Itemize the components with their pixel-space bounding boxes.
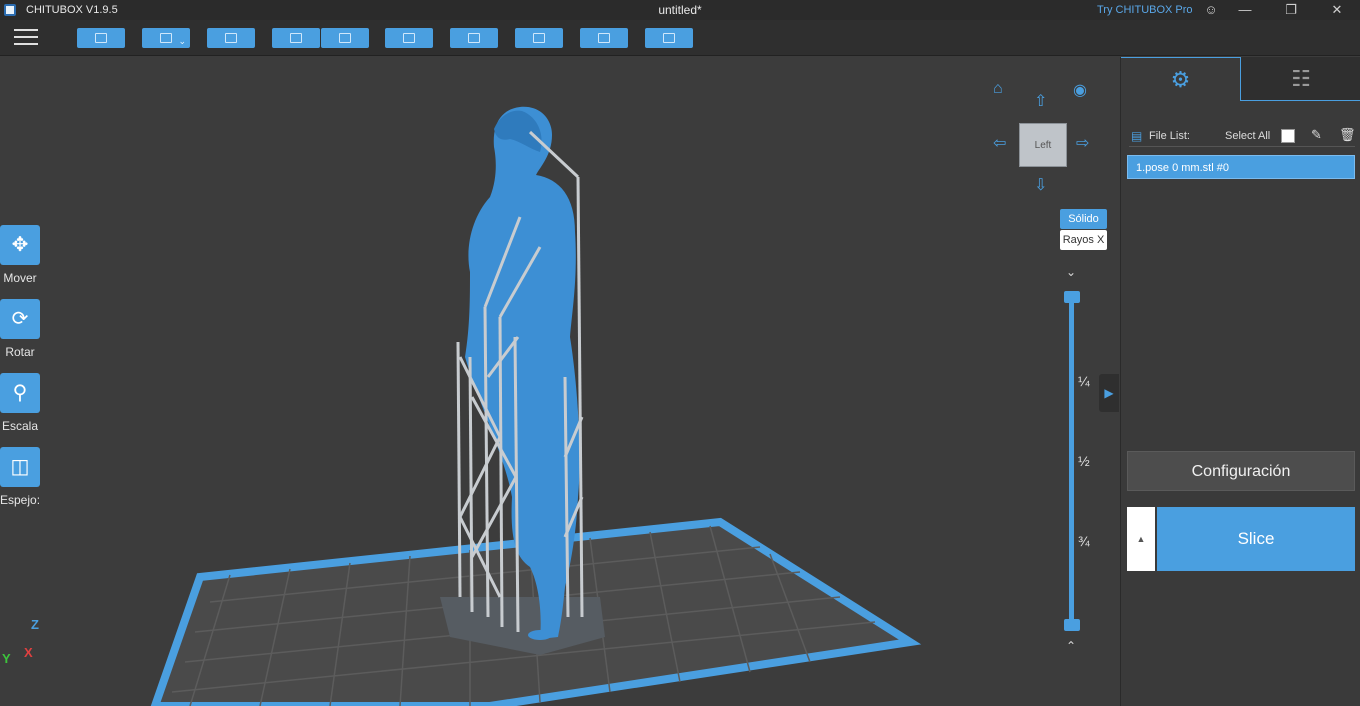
restore-icon[interactable]: ❐	[1276, 0, 1306, 20]
panel-tabs: ⚙ ☷	[1121, 57, 1360, 101]
select-all-label: Select All	[1225, 130, 1271, 142]
close-icon[interactable]: ✕	[1322, 0, 1352, 20]
slider-mark-quarter: ¼	[1078, 373, 1090, 389]
move-label: Mover	[3, 271, 37, 285]
right-view-icon[interactable]: ⇨	[1076, 136, 1089, 152]
supports-icon: ☷	[1291, 65, 1311, 91]
axis-z-label: Z	[31, 617, 39, 632]
file-list-item[interactable]: 1.pose 0 mm.stl #0	[1127, 155, 1355, 179]
left-view-icon[interactable]: ⇦	[993, 136, 1006, 152]
arrange-button[interactable]	[450, 28, 498, 48]
arrange-icon	[468, 33, 480, 43]
mirror-label: Espejo:	[0, 493, 41, 507]
redo-icon	[339, 33, 351, 43]
save-button[interactable]: ⌄	[142, 28, 190, 48]
slider-mark-three-quarters: ¾	[1078, 533, 1090, 549]
mirror-tool[interactable]: ◫ Espejo:	[0, 447, 40, 507]
redo-button[interactable]	[321, 28, 369, 48]
panel-collapse-button[interactable]: ▶	[1099, 374, 1119, 412]
hollow-icon	[598, 33, 610, 43]
hamburger-icon[interactable]	[14, 29, 38, 47]
chevron-down-icon[interactable]: ⌄	[1066, 265, 1076, 279]
chevron-up-icon[interactable]: ⌃	[1066, 639, 1076, 653]
view-cube[interactable]: Left	[1019, 123, 1067, 167]
xray-mode-button[interactable]: Rayos X	[1060, 230, 1107, 250]
file-list-header: ▤ File List: Select All ✎ 🗑	[1129, 127, 1356, 147]
file-list-label: File List:	[1149, 130, 1190, 142]
delete-icon[interactable]: 🗑	[1339, 127, 1356, 143]
print-button[interactable]	[645, 28, 693, 48]
model-foot	[528, 630, 552, 640]
right-panel: ⚙ ☷ ▤ File List: Select All ✎ 🗑 1.pose 0…	[1120, 57, 1360, 706]
home-view-icon[interactable]: ⌂	[993, 81, 1003, 97]
settings-icon: ⚙	[1170, 66, 1191, 92]
scale-icon: ⚲	[12, 382, 28, 404]
rotate-label: Rotar	[5, 345, 35, 359]
select-all-checkbox[interactable]	[1281, 129, 1295, 143]
chevron-down-icon[interactable]: ⌄	[178, 36, 186, 47]
bottom-view-icon[interactable]: ⇩	[1034, 178, 1047, 194]
scale-tool[interactable]: ⚲ Escala	[0, 373, 40, 433]
move-button[interactable]: ✥	[0, 225, 40, 265]
move-tool[interactable]: ✥ Mover	[0, 225, 40, 285]
layer-slider[interactable]	[1069, 297, 1074, 627]
slice-button[interactable]: Slice	[1157, 507, 1355, 571]
open-file-icon	[95, 33, 107, 43]
mirror-icon: ◫	[10, 456, 30, 478]
edit-icon[interactable]: ✎	[1311, 127, 1322, 143]
move-icon: ✥	[11, 234, 29, 256]
copy-button[interactable]	[385, 28, 433, 48]
scene-canvas[interactable]	[0, 57, 1120, 706]
support-button[interactable]	[515, 28, 563, 48]
configuration-button[interactable]: Configuración	[1127, 451, 1355, 491]
print-icon	[663, 33, 675, 43]
support-icon	[533, 33, 545, 43]
scale-label: Escala	[1, 419, 39, 433]
main-toolbar: ⌄	[0, 20, 1360, 56]
try-pro-link[interactable]: Try CHITUBOX Pro	[1097, 4, 1193, 16]
slider-bottom-handle[interactable]	[1064, 619, 1080, 631]
axis-y-label: Y	[2, 651, 11, 666]
copy-icon	[403, 33, 415, 43]
rotate-tool[interactable]: ⟳ Rotar	[0, 299, 40, 359]
3d-viewport[interactable]: ✥ Mover ⟳ Rotar ⚲ Escala ◫ Espejo: ⌂ ⇧ ◉…	[0, 57, 1120, 706]
top-view-icon[interactable]: ⇧	[1034, 94, 1047, 110]
solid-mode-button[interactable]: Sólido	[1060, 209, 1107, 229]
mirror-button[interactable]: ◫	[0, 447, 40, 487]
eye-icon[interactable]: ◉	[1073, 83, 1087, 99]
tab-settings[interactable]: ⚙	[1121, 57, 1241, 101]
title-bar: CHITUBOX V1.9.5 untitled* Try CHITUBOX P…	[0, 0, 1360, 20]
scale-button[interactable]: ⚲	[0, 373, 40, 413]
undo-icon	[290, 33, 302, 43]
rotate-button[interactable]: ⟳	[0, 299, 40, 339]
slider-mark-half: ½	[1078, 453, 1090, 469]
hollow-button[interactable]	[580, 28, 628, 48]
file-icon: ▤	[1131, 129, 1143, 143]
import-icon	[225, 33, 237, 43]
minimize-icon[interactable]: —	[1230, 0, 1260, 20]
rotate-icon: ⟳	[11, 308, 29, 330]
axis-x-label: X	[24, 645, 33, 660]
import-button[interactable]	[207, 28, 255, 48]
tab-supports[interactable]: ☷	[1241, 57, 1360, 101]
save-icon	[160, 33, 172, 43]
user-icon[interactable]: ☺	[1196, 0, 1226, 20]
open-file-button[interactable]	[77, 28, 125, 48]
undo-button[interactable]	[272, 28, 320, 48]
slice-options-dropdown[interactable]: ▲	[1127, 507, 1155, 571]
slider-top-handle[interactable]	[1064, 291, 1080, 303]
